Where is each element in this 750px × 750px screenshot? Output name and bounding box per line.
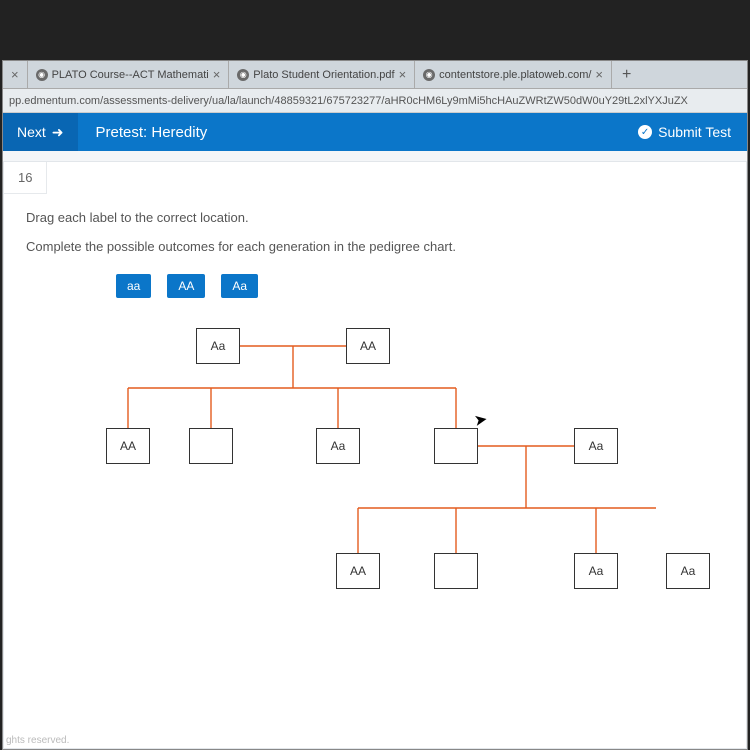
pedigree-node-g1-1[interactable]: Aa [196,328,240,364]
tab-label: PLATO Course--ACT Mathemati [52,69,209,81]
page-title: Pretest: Heredity [78,124,226,141]
tab-bar: × ◉ PLATO Course--ACT Mathemati × ◉ Plat… [3,61,747,89]
pedigree-chart: Aa AA AA Aa Aa AA Aa Aa ➤ [56,318,656,668]
tab-close-stub[interactable]: × [3,61,28,88]
tab-orientation-pdf[interactable]: ◉ Plato Student Orientation.pdf × [229,61,415,88]
new-tab-button[interactable]: + [612,66,641,84]
drag-chip-Aa[interactable]: Aa [221,274,258,298]
tab-plato-course[interactable]: ◉ PLATO Course--ACT Mathemati × [28,61,230,88]
tab-contentstore[interactable]: ◉ contentstore.ple.platoweb.com/ × [415,61,612,88]
close-icon[interactable]: × [213,67,221,82]
close-icon[interactable]: × [595,67,603,82]
url-text: pp.edmentum.com/assessments-delivery/ua/… [9,95,688,107]
check-icon: ✓ [638,125,652,139]
tab-label: contentstore.ple.platoweb.com/ [439,69,591,81]
browser-window: × ◉ PLATO Course--ACT Mathemati × ◉ Plat… [2,60,748,750]
pedigree-lines [56,318,656,668]
pedigree-node-g2-5[interactable]: Aa [574,428,618,464]
footer-text: ghts reserved. [6,735,69,746]
next-button[interactable]: Next ➜ [3,113,78,151]
pedigree-node-g1-2[interactable]: AA [346,328,390,364]
pedigree-node-g3-1[interactable]: AA [336,553,380,589]
instruction-line-2: Complete the possible outcomes for each … [26,239,724,254]
close-icon[interactable]: × [399,67,407,82]
drag-chip-aa[interactable]: aa [116,274,151,298]
globe-icon: ◉ [36,69,48,81]
close-icon[interactable]: × [11,67,19,82]
content-area: 16 Drag each label to the correct locati… [3,151,747,749]
next-label: Next [17,124,46,140]
pedigree-node-g3-4[interactable]: Aa [666,553,710,589]
pedigree-node-g2-3[interactable]: Aa [316,428,360,464]
drag-label-tray: aa AA Aa [26,268,724,298]
globe-icon: ◉ [423,69,435,81]
instruction-line-1: Drag each label to the correct location. [26,210,724,225]
pedigree-node-g3-2[interactable] [434,553,478,589]
app-header: Next ➜ Pretest: Heredity ✓ Submit Test [3,113,747,151]
drag-chip-AA[interactable]: AA [167,274,205,298]
question-number: 16 [4,162,47,194]
url-bar[interactable]: pp.edmentum.com/assessments-delivery/ua/… [3,89,747,113]
pedigree-node-g2-1[interactable]: AA [106,428,150,464]
question-card: 16 Drag each label to the correct locati… [3,161,747,749]
arrow-right-icon: ➜ [52,124,64,141]
submit-test-button[interactable]: ✓ Submit Test [622,124,747,140]
globe-icon: ◉ [237,69,249,81]
submit-label: Submit Test [658,124,731,140]
tab-label: Plato Student Orientation.pdf [253,69,394,81]
pedigree-node-g3-3[interactable]: Aa [574,553,618,589]
pedigree-node-g2-2[interactable] [189,428,233,464]
cursor-icon: ➤ [472,409,489,431]
pedigree-node-g2-4[interactable] [434,428,478,464]
